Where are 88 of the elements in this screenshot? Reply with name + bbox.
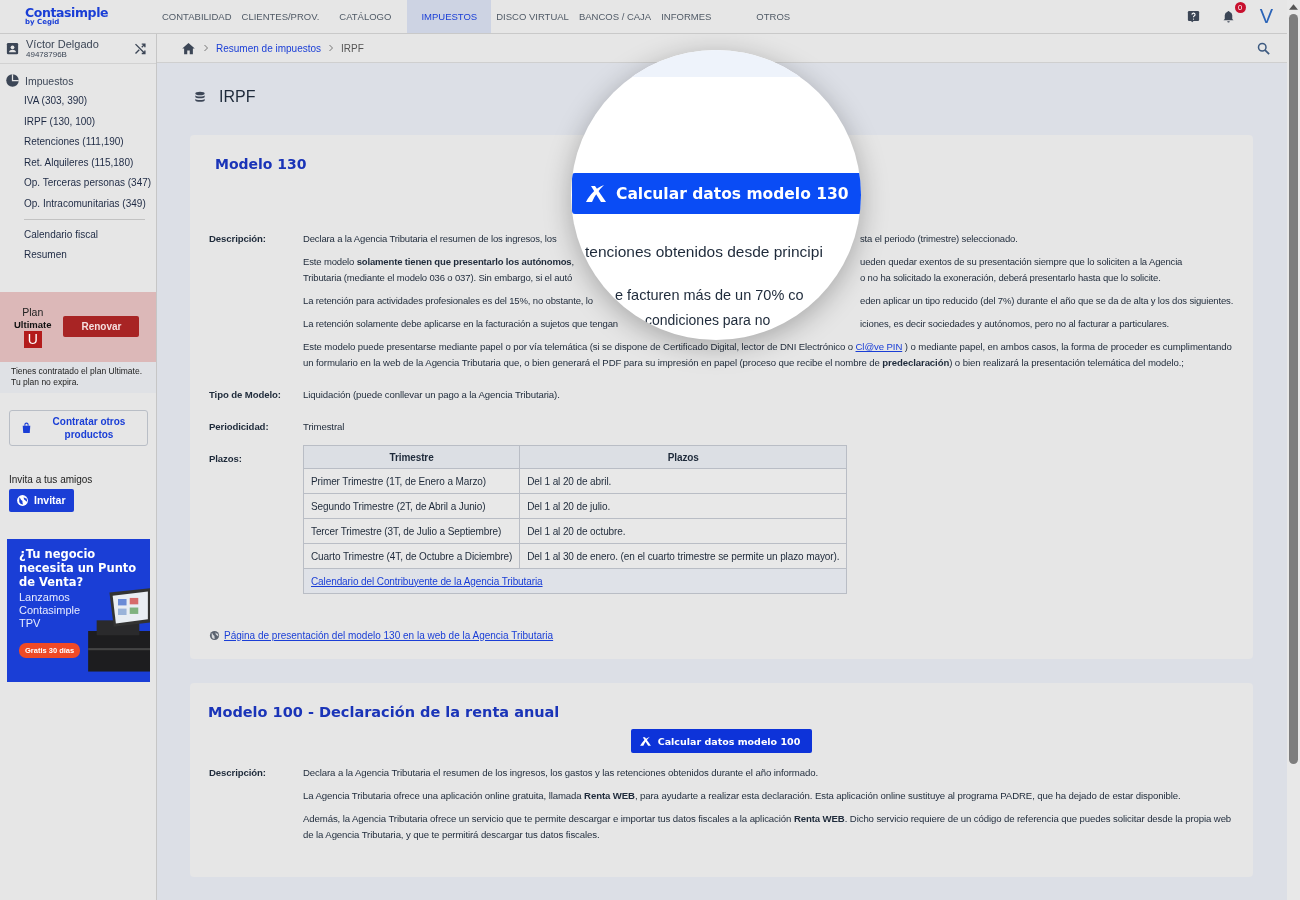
table-cell: Del 1 al 20 de octubre.: [519, 518, 847, 544]
calculate-button[interactable]: Calcular datos modelo 130: [572, 173, 861, 214]
column-header: Trimestre: [303, 445, 520, 469]
invite-button[interactable]: Invitar: [9, 488, 74, 512]
globe-icon: [209, 630, 220, 641]
shopping-bag-icon: [20, 420, 33, 435]
nav-tab[interactable]: DISCO VIRTUAL: [491, 0, 574, 33]
calculate-button[interactable]: Calcular datos modelo 100: [630, 729, 813, 753]
description-text: sta el periodo (trimestre) seleccionado.: [860, 232, 1018, 246]
description-text: eden aplicar un tipo reducido (del 7%) durante el año que se da de alta y los dos siguientes.: [860, 294, 1234, 308]
plan-note: Tienes contratado el plan Ultimate. Tu plan no expira.: [0, 361, 156, 393]
scrollbar-thumb[interactable]: [1289, 14, 1298, 764]
home-icon[interactable]: [181, 40, 196, 56]
description-text: Este modelo puede presentarse mediante papel o por vía telemática (si se dispone de Certificado Digital, lector de DNI Electrónico o Cl@ve PIN ) o mediante papel, en ambos casos, la forma de proceder es cumplimentando un formulario en la web de la Agencia Tributaria que, o bien generará el PDF para su impresión en papel (proceso que recibe el nombre de predeclaración) o bien realizará la presentación telemática del modelo.;: [303, 340, 1233, 370]
nav-tab[interactable]: CLIENTES/PROV.: [236, 0, 325, 33]
logo-text[interactable]: Contasimple: [25, 6, 157, 20]
nav-tab[interactable]: CATÁLOGO: [324, 0, 408, 33]
link[interactable]: Cl@ve PIN: [855, 341, 903, 352]
scroll-up-icon[interactable]: [1289, 4, 1298, 10]
column-header: Plazos: [519, 445, 847, 469]
link[interactable]: Página de presentación del modelo 130 en la web de la Agencia Tributaria: [224, 630, 554, 641]
description-text: Trimestral: [303, 420, 346, 434]
description-text: Liquidación (puede conllevar un pago a la Agencia Tributaria).: [303, 388, 561, 402]
sidebar-item[interactable]: Op. Intracomunitarias (349): [0, 193, 156, 215]
description-text: La retención solamente debe aplicarse en la facturación a sujetos que tengan: [303, 317, 618, 331]
section-title: Impuestos: [25, 74, 74, 87]
sidebar-item[interactable]: Op. Terceras personas (347): [0, 173, 156, 194]
sidebar-item[interactable]: IRPF (130, 100): [0, 111, 156, 133]
field-label: Descripción:: [209, 232, 267, 246]
description-text: La retención para actividades profesionales es del 15%, no obstante, lo: [303, 294, 593, 308]
sidebar-item[interactable]: IVA (303, 390): [0, 91, 156, 112]
nav-tab[interactable]: IMPUESTOS: [407, 0, 492, 33]
user-tax-id: 49478796B: [26, 50, 68, 59]
nav-tab[interactable]: OTROS: [751, 0, 796, 33]
description-text: o no ha solicitado la exoneración, deberá presentarlo hasta que lo solicite.: [860, 271, 1161, 285]
field-label: Plazos:: [209, 452, 243, 466]
model-title: Modelo 100 - Declaración de la renta anual: [208, 703, 561, 721]
description-text: Declara a la Agencia Tributaria el resumen de los ingresos, los gastos y las retenciones obtenidos durante el año informado.: [303, 766, 820, 780]
contact-card-icon: [5, 41, 20, 56]
breadcrumb-current: IRPF: [341, 42, 364, 54]
magnified-text: condiciones para no: [645, 312, 771, 328]
search-icon[interactable]: [1256, 40, 1271, 56]
table-cell: Segundo Trimestre (2T, de Abril a Junio): [303, 493, 520, 519]
table-cell: Primer Trimestre (1T, de Enero a Marzo): [303, 468, 520, 494]
ad-headline: ¿Tu negocio necesita un Punto de Venta?: [19, 546, 138, 589]
sidebar-item[interactable]: Resumen: [0, 245, 156, 266]
plan-name: Ultimate: [14, 318, 52, 330]
pie-chart-icon: [5, 73, 20, 88]
model-title: Modelo 130: [215, 155, 308, 173]
description-text: ueden quedar exentos de su presentación siempre que lo soliciten a la Agencia: [860, 255, 1183, 269]
sidebar-item[interactable]: Ret. Alquileres (115,180): [0, 152, 156, 174]
magnified-text: tenciones obtenidos desde principi: [585, 243, 823, 261]
field-label: Periodicidad:: [209, 420, 270, 434]
field-label: Descripción:: [209, 766, 267, 780]
sidebar-item[interactable]: Calendario fiscal: [0, 224, 156, 246]
nav-tab[interactable]: CONTABILIDAD: [157, 0, 237, 33]
description-text: Declara a la Agencia Tributaria el resumen de los ingresos, los: [303, 232, 557, 246]
description-text: iciones, es decir sociedades y autónomos, pero no al facturar a particulares.: [860, 317, 1169, 331]
link[interactable]: Calendario del Contribuyente de la Agencia Tributaria: [311, 575, 543, 587]
plan-label: Plan: [22, 305, 44, 318]
table-cell: Cuarto Trimestre (4T, de Octubre a Diciembre): [303, 543, 520, 569]
page-title: IRPF: [219, 88, 256, 106]
help-icon[interactable]: [1185, 9, 1201, 24]
description-text: Este modelo solamente tienen que presentarlo los autónomos,: [303, 255, 574, 269]
user-avatar[interactable]: V: [1259, 5, 1273, 28]
plan-badge: U: [23, 330, 42, 348]
database-icon: [193, 89, 207, 105]
nav-tab[interactable]: INFORMES: [656, 0, 752, 33]
nav-tab[interactable]: BANCOS / CAJA: [573, 0, 657, 33]
user-name: Víctor Delgado: [26, 38, 99, 50]
globe-icon: [16, 493, 29, 507]
magnified-text: e facturen más de un 70% co: [615, 287, 804, 303]
description-text: La Agencia Tributaria ofrece una aplicación online gratuita, llamada Renta WEB, para ayudarte a realizar esta declaración. Esta aplicación online sustituye al programa PADRE, que ha dejado de estar disponible.: [303, 789, 1182, 803]
cross-mark-icon: [638, 734, 652, 748]
table-cell: Del 1 al 30 de enero. (en el cuarto trimestre se permite un plazo mayor).: [519, 543, 847, 569]
contract-button[interactable]: Contratar otros productos: [9, 409, 148, 446]
renew-button[interactable]: Renovar: [63, 316, 140, 338]
table-cell: Tercer Trimestre (3T, de Julio a Septiembre): [303, 518, 520, 544]
description-text: Tributaria (mediante el modelo 036 o 037). Sin embargo, si el autó: [303, 271, 573, 285]
breadcrumb-link[interactable]: Resumen de impuestos: [216, 42, 322, 54]
table-cell: Del 1 al 20 de julio.: [519, 493, 847, 519]
description-text: Además, la Agencia Tributaria ofrece un servicio que te permite descargar e importar tus datos fiscales a la aplicación Renta WEB. Dicho servicio requiere de un código de referencia que puedes solicitar desde la propia web de la Agencia Tributaria, y que te permitirá descargar tus datos fiscales.: [303, 812, 1233, 842]
table-cell: Del 1 al 20 de abril.: [519, 468, 847, 494]
field-label: Tipo de Modelo:: [209, 388, 282, 402]
sidebar-item[interactable]: Retenciones (111,190): [0, 132, 156, 153]
ad-text: Lanzamos Contasimple TPV: [19, 590, 82, 630]
invite-label: Invita a tus amigos: [9, 473, 94, 485]
shuffle-icon[interactable]: [133, 41, 148, 56]
